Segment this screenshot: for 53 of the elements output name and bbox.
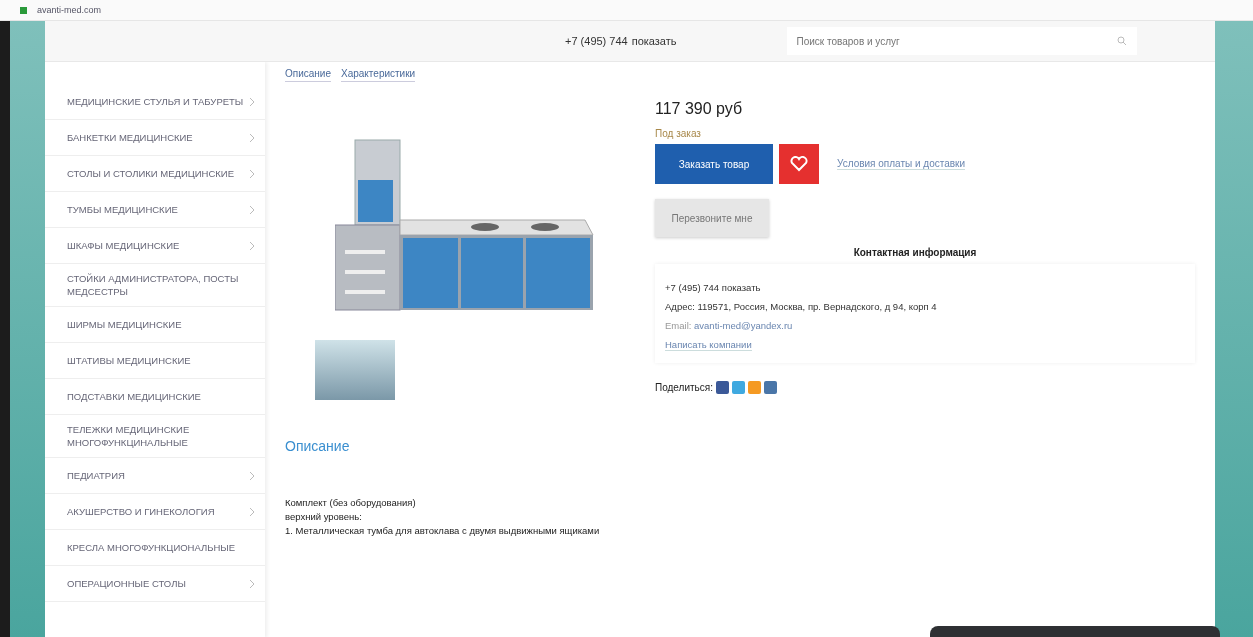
- share-label: Поделиться:: [655, 382, 713, 393]
- phone-number: +7 (495) 744: [665, 282, 720, 293]
- description-line: верхний уровень:: [285, 510, 363, 524]
- chevron-icon: [249, 506, 255, 517]
- chevron-icon: [249, 578, 255, 589]
- category-item[interactable]: СТОЛЫ И СТОЛИКИ МЕДИЦИНСКИЕ: [45, 156, 265, 192]
- favorite-button[interactable]: [779, 144, 819, 184]
- order-button[interactable]: Заказать товар: [655, 144, 773, 184]
- category-item[interactable]: ТУМБЫ МЕДИЦИНСКИЕ: [45, 192, 265, 228]
- address-text: Адрес: 119571, Россия, Москва, пр. Вернадского, д 94, корп 4: [665, 301, 938, 312]
- heart-icon: [790, 156, 808, 172]
- description-line: 1. Металлическая тумба для автоклава с двумя выдвижными ящиками: [285, 524, 601, 538]
- category-item[interactable]: БАНКЕТКИ МЕДИЦИНСКИЕ: [45, 120, 265, 156]
- category-item[interactable]: ШКАФЫ МЕДИЦИНСКИЕ: [45, 228, 265, 264]
- email-link[interactable]: avanti-med@yandex.ru: [694, 320, 793, 331]
- share-icon[interactable]: [716, 381, 729, 394]
- address-bar[interactable]: avanti-med.com: [37, 5, 102, 15]
- category-item[interactable]: ПЕДИАТРИЯ: [45, 458, 265, 494]
- category-item[interactable]: ШИРМЫ МЕДИЦИНСКИЕ: [45, 307, 265, 343]
- email-label: Email:: [665, 320, 692, 331]
- delivery-link[interactable]: Условия оплаты и доставки: [837, 158, 966, 170]
- contact-title: Контактная информация: [852, 247, 978, 258]
- callback-button[interactable]: Перезвоните мне: [655, 199, 769, 237]
- category-item[interactable]: АКУШЕРСТВО И ГИНЕКОЛОГИЯ: [45, 494, 265, 530]
- category-item[interactable]: ПОДСТАВКИ МЕДИЦИНСКИЕ: [45, 379, 265, 415]
- availability-status: Под заказ: [655, 128, 702, 139]
- description-line: Комплект (без оборудования): [285, 496, 417, 510]
- photo-placeholder[interactable]: [315, 340, 395, 400]
- show-phone-link[interactable]: показать: [631, 35, 677, 47]
- category-item[interactable]: МЕДИЦИНСКИЕ СТУЛЬЯ И ТАБУРЕТЫ: [45, 84, 265, 120]
- category-item[interactable]: ШТАТИВЫ МЕДИЦИНСКИЕ: [45, 343, 265, 379]
- chevron-icon: [249, 132, 255, 143]
- category-item[interactable]: ОПЕРАЦИОННЫЕ СТОЛЫ: [45, 566, 265, 602]
- chevron-icon: [249, 168, 255, 179]
- chevron-icon: [249, 204, 255, 215]
- write-company-link[interactable]: Написать компании: [665, 339, 752, 351]
- tab[interactable]: Описание: [285, 68, 331, 82]
- price: 117 390 руб: [655, 100, 744, 118]
- show-phone-link[interactable]: показать: [721, 282, 761, 293]
- chevron-icon: [249, 470, 255, 481]
- category-item[interactable]: ТЕЛЕЖКИ МЕДИЦИНСКИЕ МНОГОФУНКЦИНАЛЬНЫЕ: [45, 415, 265, 458]
- chevron-icon: [249, 240, 255, 251]
- search-field[interactable]: Поиск товаров и услуг: [786, 27, 1137, 55]
- share-icon[interactable]: [748, 381, 761, 394]
- share-icon[interactable]: [732, 381, 745, 394]
- secure-icon: [20, 6, 27, 14]
- share-icon[interactable]: [764, 381, 777, 394]
- tab[interactable]: Характеристики: [341, 68, 416, 82]
- category-item[interactable]: СТОЙКИ АДМИНИСТРАТОРА, ПОСТЫ МЕДСЕСТРЫ: [45, 264, 265, 307]
- chevron-icon: [249, 96, 255, 107]
- section-title: Описание: [285, 438, 351, 454]
- phone-number: +7 (495) 744: [565, 35, 628, 47]
- category-item[interactable]: КРЕСЛА МНОГОФУНКЦИОНАЛЬНЫЕ: [45, 530, 265, 566]
